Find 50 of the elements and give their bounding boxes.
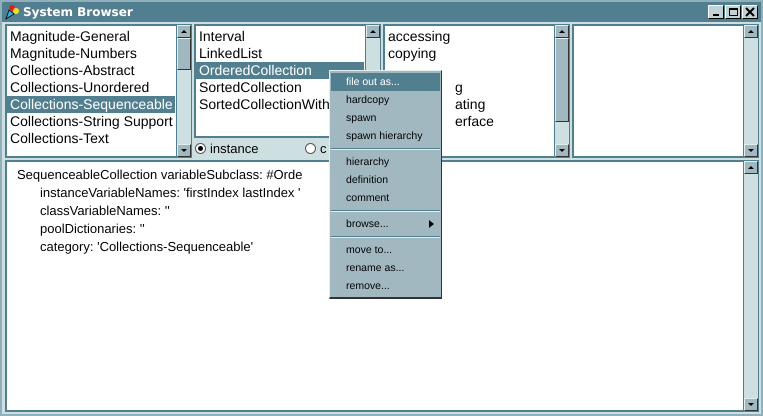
menu-item[interactable]: remove... xyxy=(331,277,440,295)
scrollbar[interactable] xyxy=(743,24,759,158)
close-button[interactable] xyxy=(742,5,758,19)
menu-item[interactable]: file out as... xyxy=(331,73,440,91)
code-line: classVariableNames: '' xyxy=(39,202,170,220)
code-line: instanceVariableNames: 'firstIndex lastIndex ' xyxy=(39,184,301,202)
radio-label: c xyxy=(320,140,326,156)
protocol-item[interactable]: copying xyxy=(385,45,554,62)
category-item[interactable]: Collections-Abstract xyxy=(7,62,176,79)
scroll-thumb[interactable] xyxy=(555,38,569,122)
scrollbar[interactable] xyxy=(554,24,570,158)
scroll-up-icon[interactable] xyxy=(177,25,191,38)
menu-item[interactable]: hardcopy xyxy=(331,91,440,109)
scroll-down-icon[interactable] xyxy=(744,144,758,157)
class-item[interactable]: Interval xyxy=(196,28,365,45)
menu-item[interactable]: browse... xyxy=(331,215,440,233)
scroll-up-icon[interactable] xyxy=(744,161,758,174)
code-line: poolDictionaries: '' xyxy=(39,220,145,238)
maximize-button[interactable] xyxy=(725,5,741,19)
category-item[interactable]: Collections-Text xyxy=(7,130,176,147)
category-item[interactable]: Collections-Sequenceable xyxy=(7,96,175,113)
radio-button[interactable] xyxy=(305,142,316,154)
menu-item[interactable]: definition xyxy=(331,171,440,189)
scrollbar[interactable] xyxy=(743,160,759,412)
radio-label: instance xyxy=(210,140,258,156)
category-item[interactable]: Collections-Unordered xyxy=(7,79,176,96)
scroll-down-icon[interactable] xyxy=(744,398,758,411)
scroll-down-icon[interactable] xyxy=(177,144,191,157)
scroll-up-icon[interactable] xyxy=(744,25,758,38)
minimize-button[interactable] xyxy=(708,5,724,19)
scroll-up-icon[interactable] xyxy=(555,25,569,38)
scrollbar[interactable] xyxy=(176,24,192,158)
window-title: System Browser xyxy=(23,5,133,19)
menu-item[interactable]: move to... xyxy=(331,241,440,259)
code-line: SequenceableCollection variableSubclass: #Orde xyxy=(17,166,302,184)
menu-item[interactable]: comment xyxy=(331,189,440,207)
class-item[interactable]: LinkedList xyxy=(196,45,365,62)
menu-item[interactable]: spawn xyxy=(331,109,440,127)
category-item[interactable]: Magnitude-Numbers xyxy=(7,45,176,62)
scroll-thumb[interactable] xyxy=(177,38,191,70)
category-item[interactable]: Collections-String Support xyxy=(7,113,176,130)
scroll-down-icon[interactable] xyxy=(555,144,569,157)
protocol-item[interactable]: accessing xyxy=(385,28,554,45)
menu-item[interactable]: spawn hierarchy xyxy=(331,127,440,145)
code-line: category: 'Collections-Sequenceable' xyxy=(39,238,254,256)
pencil-balloon-icon xyxy=(5,4,21,20)
scroll-up-icon[interactable] xyxy=(366,25,380,38)
menu-item[interactable]: rename as... xyxy=(331,259,440,277)
category-item[interactable]: Magnitude-General xyxy=(7,28,176,45)
radio-button[interactable] xyxy=(195,142,206,154)
